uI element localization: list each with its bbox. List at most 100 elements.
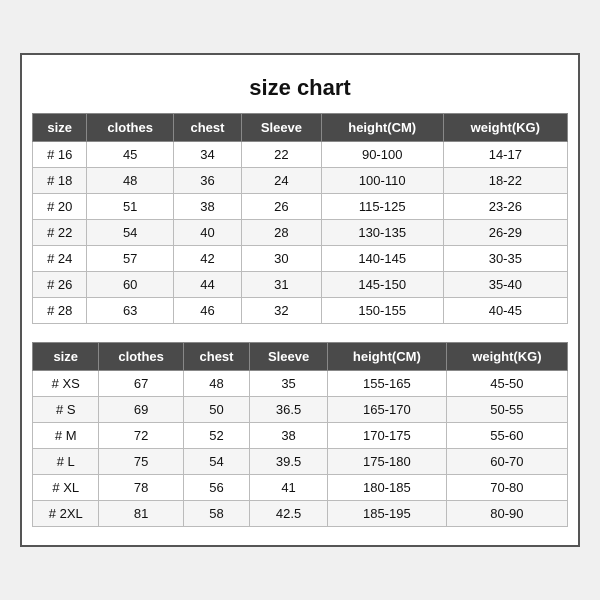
table-cell: 44 [173,272,241,298]
table-cell: 75 [99,449,183,475]
table-cell: 26 [242,194,322,220]
table-cell: 26-29 [443,220,567,246]
table2-col-header: weight(KG) [446,343,567,371]
table-cell: 36 [173,168,241,194]
table-cell: 90-100 [321,142,443,168]
table1-col-header: height(CM) [321,114,443,142]
table2-col-header: chest [183,343,249,371]
table-cell: 45-50 [446,371,567,397]
table1-body: # 1645342290-10014-17# 18483624100-11018… [33,142,568,324]
table-cell: 60-70 [446,449,567,475]
table-cell: 58 [183,501,249,527]
chart-title: size chart [32,65,568,113]
table-cell: 30-35 [443,246,567,272]
table2-body: # XS674835155-16545-50# S695036.5165-170… [33,371,568,527]
table-cell: 63 [87,298,173,324]
table-cell: # XS [33,371,99,397]
table-cell: 51 [87,194,173,220]
table2-header: sizeclotheschestSleeveheight(CM)weight(K… [33,343,568,371]
table-row: # L755439.5175-18060-70 [33,449,568,475]
table-cell: # S [33,397,99,423]
table1-wrapper: sizeclotheschestSleeveheight(CM)weight(K… [32,113,568,324]
table-row: # 28634632150-15540-45 [33,298,568,324]
table-cell: 30 [242,246,322,272]
table2-header-row: sizeclotheschestSleeveheight(CM)weight(K… [33,343,568,371]
table1-header-row: sizeclotheschestSleeveheight(CM)weight(K… [33,114,568,142]
table-cell: # 18 [33,168,87,194]
table-cell: 42.5 [250,501,328,527]
table-cell: 70-80 [446,475,567,501]
table-row: # 18483624100-11018-22 [33,168,568,194]
table-cell: 38 [173,194,241,220]
table-cell: 52 [183,423,249,449]
table-row: # 22544028130-13526-29 [33,220,568,246]
table-cell: 155-165 [327,371,446,397]
table-cell: # XL [33,475,99,501]
table-cell: 40 [173,220,241,246]
table1-header: sizeclotheschestSleeveheight(CM)weight(K… [33,114,568,142]
table-cell: 40-45 [443,298,567,324]
table-cell: 145-150 [321,272,443,298]
table-cell: 45 [87,142,173,168]
table-cell: 35-40 [443,272,567,298]
table-cell: 50-55 [446,397,567,423]
table2-col-header: clothes [99,343,183,371]
table-cell: 42 [173,246,241,272]
size-table-1: sizeclotheschestSleeveheight(CM)weight(K… [32,113,568,324]
table-row: # S695036.5165-17050-55 [33,397,568,423]
size-chart-container: size chart sizeclotheschestSleeveheight(… [20,53,580,547]
table-cell: 50 [183,397,249,423]
table-cell: 22 [242,142,322,168]
table-row: # 24574230140-14530-35 [33,246,568,272]
table-cell: 115-125 [321,194,443,220]
table-row: # XS674835155-16545-50 [33,371,568,397]
table-cell: 23-26 [443,194,567,220]
table-cell: 185-195 [327,501,446,527]
table-cell: # 26 [33,272,87,298]
table-cell: 48 [87,168,173,194]
table1-col-header: chest [173,114,241,142]
table1-col-header: weight(KG) [443,114,567,142]
table2-col-header: height(CM) [327,343,446,371]
table-cell: 60 [87,272,173,298]
table-row: # 1645342290-10014-17 [33,142,568,168]
table-cell: 35 [250,371,328,397]
table-cell: 55-60 [446,423,567,449]
section-gap [32,332,568,342]
table-cell: 31 [242,272,322,298]
table2-wrapper: sizeclotheschestSleeveheight(CM)weight(K… [32,342,568,527]
table-cell: 18-22 [443,168,567,194]
table-cell: 14-17 [443,142,567,168]
table-cell: 81 [99,501,183,527]
table-cell: 54 [87,220,173,246]
table-cell: 150-155 [321,298,443,324]
table-cell: 175-180 [327,449,446,475]
table-cell: 46 [173,298,241,324]
table-cell: # L [33,449,99,475]
table-cell: 180-185 [327,475,446,501]
table-cell: 67 [99,371,183,397]
table-cell: 165-170 [327,397,446,423]
table-cell: 57 [87,246,173,272]
size-table-2: sizeclotheschestSleeveheight(CM)weight(K… [32,342,568,527]
table-cell: 56 [183,475,249,501]
table1-col-header: size [33,114,87,142]
table2-col-header: Sleeve [250,343,328,371]
table-cell: # 20 [33,194,87,220]
table-cell: # 28 [33,298,87,324]
table-cell: 41 [250,475,328,501]
table-cell: 78 [99,475,183,501]
table-row: # XL785641180-18570-80 [33,475,568,501]
table-cell: # 22 [33,220,87,246]
table-cell: 100-110 [321,168,443,194]
table-cell: 69 [99,397,183,423]
table-cell: 72 [99,423,183,449]
table-cell: # M [33,423,99,449]
table1-col-header: clothes [87,114,173,142]
table-row: # 20513826115-12523-26 [33,194,568,220]
table-cell: 24 [242,168,322,194]
table-row: # 26604431145-15035-40 [33,272,568,298]
table-cell: # 2XL [33,501,99,527]
table-cell: 54 [183,449,249,475]
table-cell: 80-90 [446,501,567,527]
